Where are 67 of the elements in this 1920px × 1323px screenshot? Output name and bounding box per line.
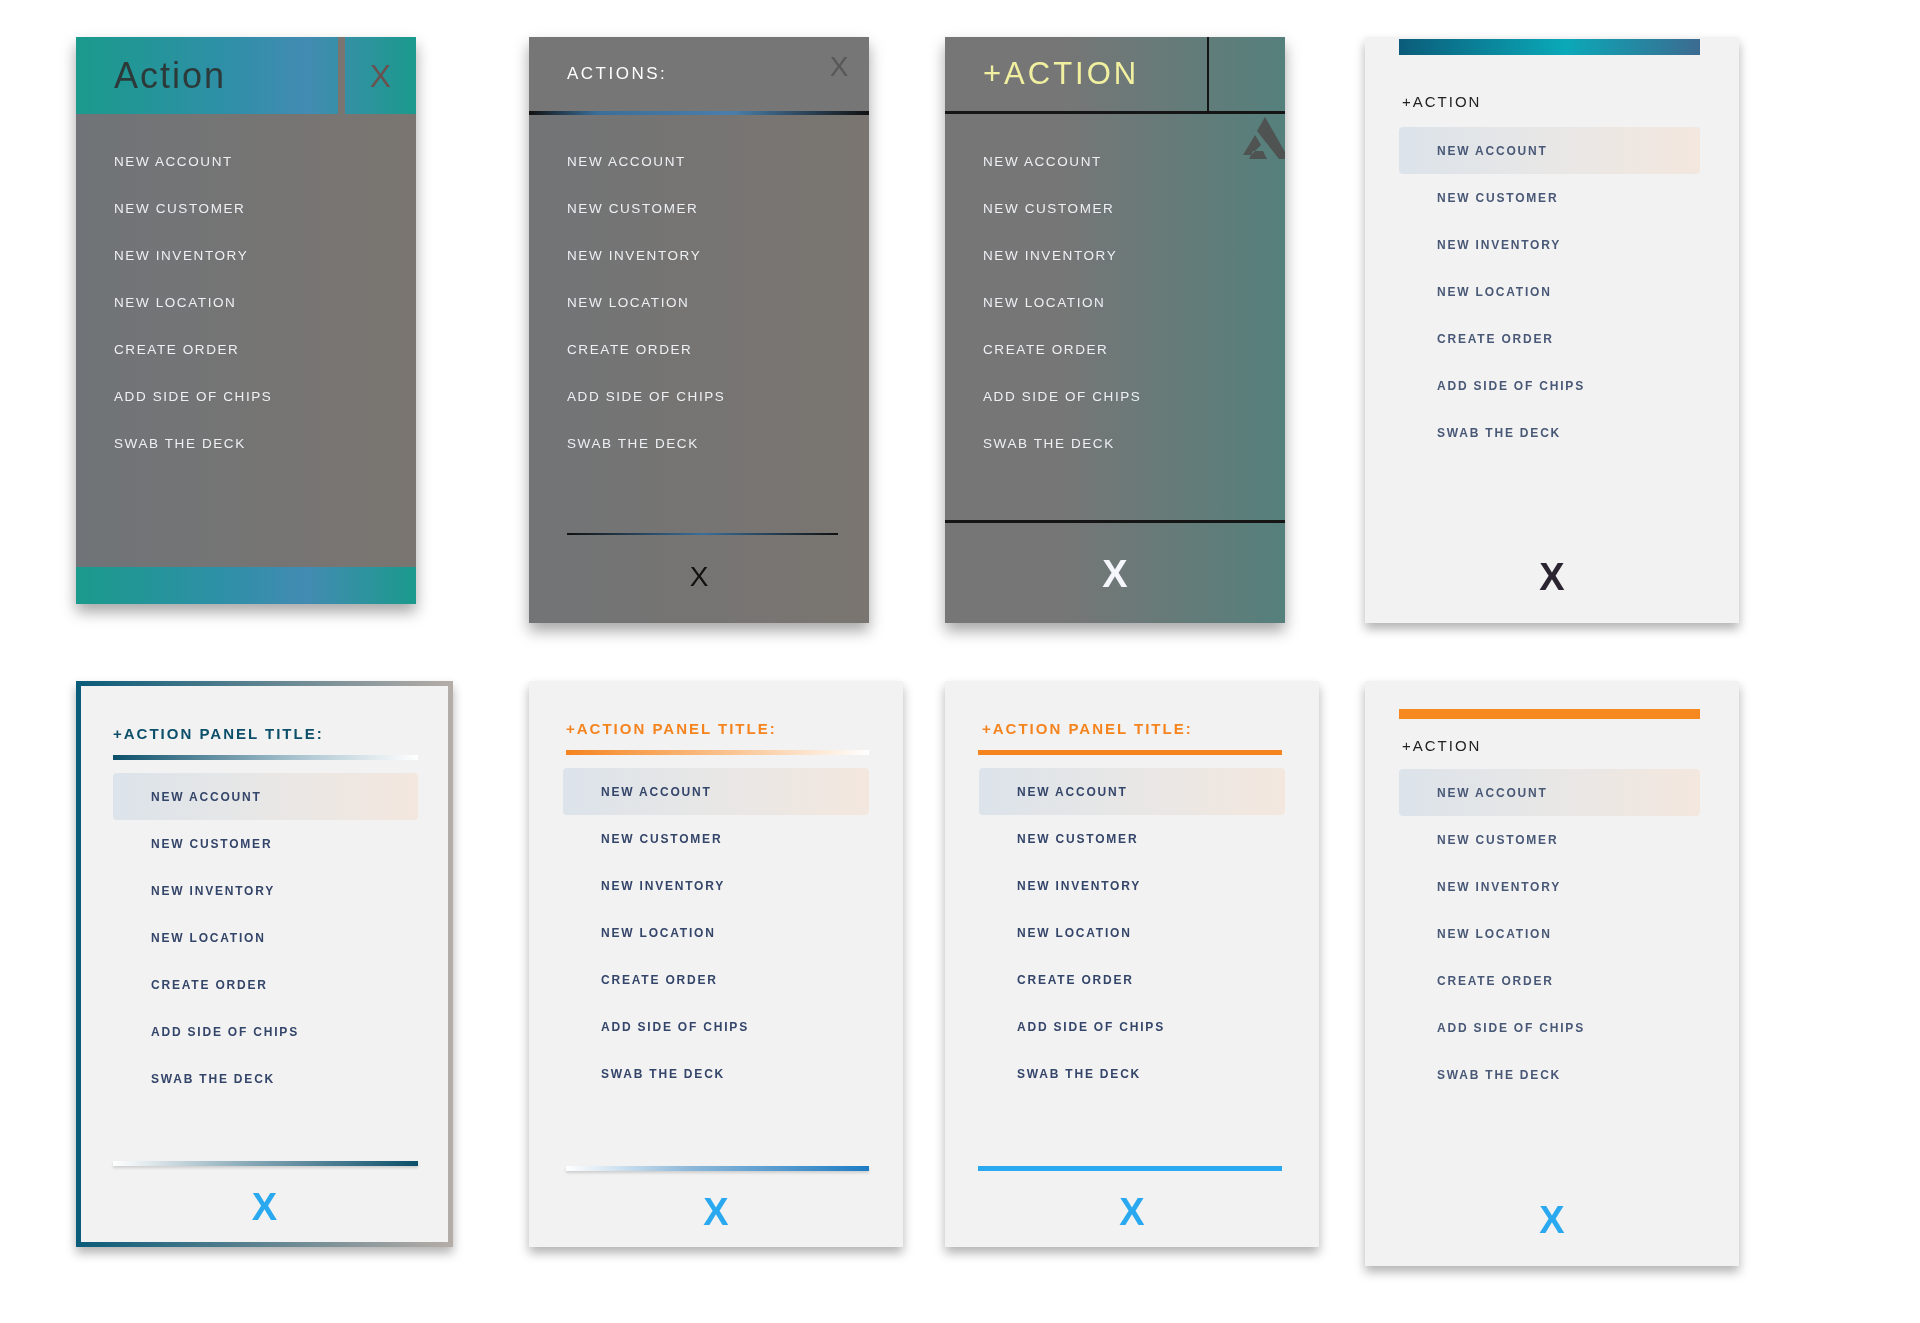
menu-item[interactable]: NEW ACCOUNT (945, 138, 1285, 185)
menu-item[interactable]: SWAB THE DECK (1399, 409, 1700, 456)
menu-item[interactable]: NEW LOCATION (1399, 910, 1700, 957)
menu-item[interactable]: NEW ACCOUNT (1399, 769, 1700, 816)
panel-title: +ACTION PANEL TITLE: (982, 719, 1194, 739)
menu-item[interactable]: ADD SIDE OF CHIPS (945, 373, 1285, 420)
menu-item[interactable]: CREATE ORDER (113, 961, 418, 1008)
menu-item[interactable]: ADD SIDE OF CHIPS (76, 373, 416, 420)
menu-item[interactable]: NEW ACCOUNT (529, 138, 869, 185)
panel-title: +ACTION (1402, 736, 1483, 756)
panel-title: Action (113, 53, 228, 98)
menu-item[interactable]: SWAB THE DECK (563, 1050, 869, 1097)
panel-title: +ACTION PANEL TITLE: (566, 719, 778, 739)
menu-item[interactable]: NEW INVENTORY (76, 232, 416, 279)
menu-item[interactable]: NEW ACCOUNT (563, 768, 869, 815)
menu-item[interactable]: NEW LOCATION (113, 914, 418, 961)
close-button[interactable]: X (1102, 555, 1128, 593)
menu-item[interactable]: NEW LOCATION (945, 279, 1285, 326)
close-button[interactable]: X (689, 563, 709, 591)
menu-item[interactable]: SWAB THE DECK (76, 420, 416, 467)
menu-item[interactable]: NEW INVENTORY (1399, 863, 1700, 910)
panel-title: +ACTION PANEL TITLE: (113, 724, 325, 744)
menu-item[interactable]: NEW INVENTORY (945, 232, 1285, 279)
menu-item[interactable]: NEW CUSTOMER (945, 185, 1285, 232)
menu-item[interactable]: ADD SIDE OF CHIPS (1399, 362, 1700, 409)
menu-item[interactable]: NEW INVENTORY (979, 862, 1285, 909)
menu-item[interactable]: SWAB THE DECK (945, 420, 1285, 467)
menu-item[interactable]: NEW CUSTOMER (529, 185, 869, 232)
menu-item[interactable]: NEW ACCOUNT (113, 773, 418, 820)
menu-item[interactable]: NEW INVENTORY (529, 232, 869, 279)
menu-item[interactable]: SWAB THE DECK (113, 1055, 418, 1102)
menu-item[interactable]: NEW ACCOUNT (1399, 127, 1700, 174)
menu-item[interactable]: NEW LOCATION (529, 279, 869, 326)
menu-item[interactable]: CREATE ORDER (529, 326, 869, 373)
menu-item[interactable]: NEW INVENTORY (1399, 221, 1700, 268)
menu-item[interactable]: NEW CUSTOMER (1399, 174, 1700, 221)
menu-item[interactable]: ADD SIDE OF CHIPS (979, 1003, 1285, 1050)
menu-item[interactable]: NEW ACCOUNT (979, 768, 1285, 815)
panel-title: +ACTION (945, 37, 1209, 111)
menu-item[interactable]: NEW CUSTOMER (563, 815, 869, 862)
menu-item[interactable]: NEW INVENTORY (563, 862, 869, 909)
menu-item[interactable]: NEW LOCATION (979, 909, 1285, 956)
menu-item[interactable]: ADD SIDE OF CHIPS (1399, 1004, 1700, 1051)
panel-title: ACTIONS: (566, 63, 669, 85)
menu-item[interactable]: NEW CUSTOMER (1399, 816, 1700, 863)
menu-item[interactable]: NEW CUSTOMER (979, 815, 1285, 862)
menu-item[interactable]: ADD SIDE OF CHIPS (563, 1003, 869, 1050)
menu-item[interactable]: SWAB THE DECK (529, 420, 869, 467)
menu-item[interactable]: CREATE ORDER (1399, 315, 1700, 362)
close-button[interactable]: X (1539, 558, 1565, 596)
menu-item[interactable]: NEW LOCATION (76, 279, 416, 326)
menu-item[interactable]: NEW LOCATION (563, 909, 869, 956)
menu-item[interactable]: SWAB THE DECK (1399, 1051, 1700, 1098)
menu-item[interactable]: NEW INVENTORY (113, 867, 418, 914)
panel-title: +ACTION (1402, 92, 1483, 112)
menu-item[interactable]: CREATE ORDER (979, 956, 1285, 1003)
menu-item[interactable]: NEW CUSTOMER (76, 185, 416, 232)
menu-item[interactable]: ADD SIDE OF CHIPS (113, 1008, 418, 1055)
menu-item[interactable]: ADD SIDE OF CHIPS (529, 373, 869, 420)
menu-item[interactable]: NEW LOCATION (1399, 268, 1700, 315)
menu-item[interactable]: CREATE ORDER (76, 326, 416, 373)
menu-item[interactable]: CREATE ORDER (945, 326, 1285, 373)
menu-item[interactable]: NEW CUSTOMER (113, 820, 418, 867)
menu-item[interactable]: CREATE ORDER (563, 956, 869, 1003)
menu-item[interactable]: CREATE ORDER (1399, 957, 1700, 1004)
menu-item[interactable]: NEW ACCOUNT (76, 138, 416, 185)
menu-item[interactable]: SWAB THE DECK (979, 1050, 1285, 1097)
